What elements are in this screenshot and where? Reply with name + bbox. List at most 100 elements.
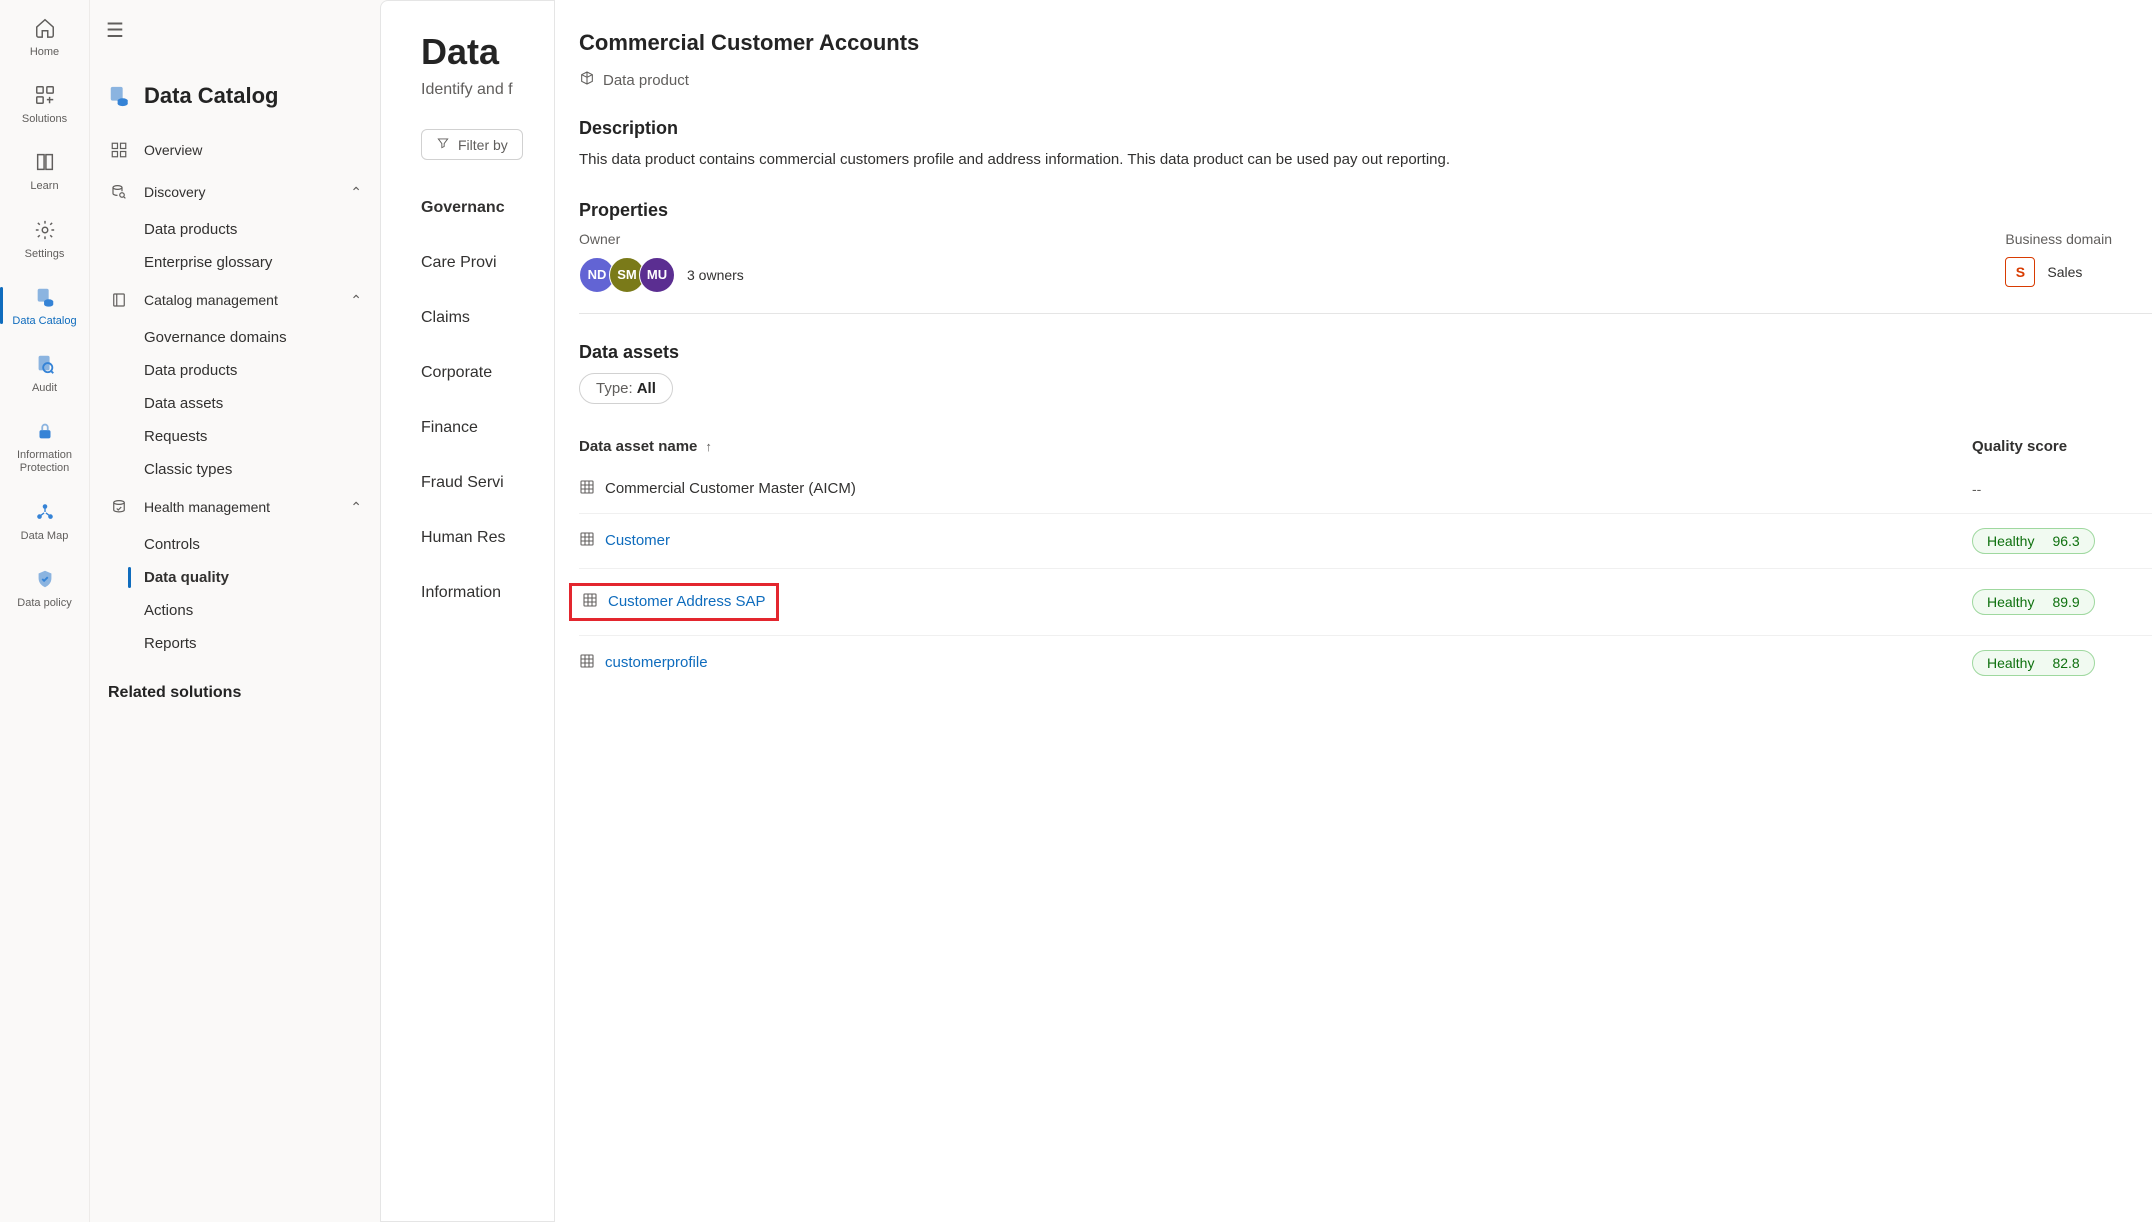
grid-icon [108, 139, 130, 161]
table-icon [579, 479, 595, 499]
rail-learn[interactable]: Learn [0, 144, 89, 197]
sidebar-gov-domains[interactable]: Governance domains [100, 321, 370, 354]
owner-label: Owner [579, 231, 744, 247]
chevron-up-icon: ⌃ [350, 184, 362, 201]
rail-data-map[interactable]: Data Map [0, 494, 89, 547]
rail-audit[interactable]: Audit [0, 346, 89, 399]
rail-settings[interactable]: Settings [0, 212, 89, 265]
rail-label: Solutions [22, 113, 67, 126]
search-db-icon [108, 181, 130, 203]
rail-label: Audit [32, 382, 57, 395]
owners-group[interactable]: ND SM MU 3 owners [579, 257, 744, 293]
description-heading: Description [579, 118, 2152, 139]
properties-row: Owner ND SM MU 3 owners Business domain … [579, 231, 2152, 314]
product-tag-label: Data product [603, 72, 689, 89]
sort-asc-icon: ↑ [705, 439, 712, 454]
sidebar-overview[interactable]: Overview [100, 129, 370, 171]
score-badge: Healthy96.3 [1972, 528, 2095, 554]
sidebar-title-row: Data Catalog [108, 83, 370, 109]
data-assets-heading: Data assets [579, 342, 2152, 363]
hamburger-icon[interactable]: ☰ [100, 14, 370, 47]
sidebar-requests[interactable]: Requests [100, 420, 370, 453]
owner-property: Owner ND SM MU 3 owners [579, 231, 744, 293]
asset-name[interactable]: Customer Address SAP [582, 592, 766, 612]
asset-name: Commercial Customer Master (AICM) [579, 479, 1972, 499]
rail-data-catalog[interactable]: Data Catalog [0, 279, 89, 332]
type-filter-value: All [637, 380, 656, 397]
chevron-up-icon: ⌃ [350, 292, 362, 309]
business-domain-property: Business domain S Sales [2005, 231, 2112, 293]
policy-icon [31, 565, 59, 593]
rail-solutions[interactable]: Solutions [0, 77, 89, 130]
sidebar-catalog-mgmt-label: Catalog management [144, 292, 278, 308]
highlighted-asset: Customer Address SAP [569, 583, 779, 621]
sidebar-reports[interactable]: Reports [100, 627, 370, 660]
sidebar-health-mgmt[interactable]: Health management ⌃ [100, 486, 370, 528]
owner-avatars: ND SM MU [579, 257, 675, 293]
gear-icon [31, 216, 59, 244]
book-icon [31, 148, 59, 176]
sidebar-classic-types[interactable]: Classic types [100, 453, 370, 486]
solutions-icon [31, 81, 59, 109]
asset-name[interactable]: customerprofile [579, 653, 1972, 673]
sidebar-catalog-mgmt[interactable]: Catalog management ⌃ [100, 279, 370, 321]
owners-count: 3 owners [687, 267, 744, 283]
rail-info-protection[interactable]: Information Protection [0, 413, 89, 479]
col-name-header[interactable]: Data asset name ↑ [579, 438, 1972, 455]
col-name-label: Data asset name [579, 438, 697, 455]
col-score-header[interactable]: Quality score [1972, 438, 2152, 455]
filter-label: Filter by [458, 137, 508, 153]
properties-heading: Properties [579, 200, 2152, 221]
business-domain-label: Business domain [2005, 231, 2112, 247]
sidebar-discovery-glossary[interactable]: Enterprise glossary [100, 246, 370, 279]
avatar: MU [639, 257, 675, 293]
sidebar-data-assets[interactable]: Data assets [100, 387, 370, 420]
table-icon [582, 592, 598, 612]
asset-row: Customer Healthy96.3 [579, 513, 2152, 568]
sidebar-controls[interactable]: Controls [100, 528, 370, 561]
score-badge: Healthy89.9 [1972, 589, 2095, 615]
catalog-icon [31, 283, 59, 311]
audit-icon [31, 350, 59, 378]
score-badge: Healthy82.8 [1972, 650, 2095, 676]
product-tag: Data product [579, 70, 2152, 90]
table-icon [579, 653, 595, 673]
rail-label: Data Map [21, 530, 69, 543]
book-icon [108, 289, 130, 311]
sidebar-data-quality[interactable]: Data quality [100, 561, 370, 594]
table-icon [579, 531, 595, 551]
filter-icon [436, 136, 450, 153]
sidebar-data-products[interactable]: Data products [100, 354, 370, 387]
rail-label: Learn [30, 180, 58, 193]
detail-panel: Commercial Customer Accounts Data produc… [554, 0, 2152, 1222]
sidebar: ☰ Data Catalog Overview Discovery ⌃ Data… [90, 0, 380, 1222]
left-rail: Home Solutions Learn Settings Data Catal… [0, 0, 90, 1222]
asset-row: Customer Address SAP Healthy89.9 [579, 568, 2152, 635]
sidebar-health-mgmt-label: Health management [144, 499, 270, 515]
rail-data-policy[interactable]: Data policy [0, 561, 89, 614]
asset-name[interactable]: Customer [579, 531, 1972, 551]
health-icon [108, 496, 130, 518]
home-icon [31, 14, 59, 42]
sidebar-title: Data Catalog [144, 83, 278, 109]
business-domain-value[interactable]: S Sales [2005, 257, 2112, 287]
rail-label: Data Catalog [12, 315, 76, 328]
rail-label: Information Protection [0, 449, 89, 475]
chevron-up-icon: ⌃ [350, 499, 362, 516]
catalog-icon [108, 85, 130, 107]
type-filter-pill[interactable]: Type: All [579, 373, 673, 404]
description-text: This data product contains commercial cu… [579, 149, 2152, 172]
sidebar-actions[interactable]: Actions [100, 594, 370, 627]
asset-table-header: Data asset name ↑ Quality score [579, 428, 2152, 465]
rail-label: Settings [25, 248, 65, 261]
no-score: -- [1972, 481, 1981, 497]
domain-name: Sales [2047, 264, 2082, 280]
sidebar-discovery[interactable]: Discovery ⌃ [100, 171, 370, 213]
sidebar-discovery-data-products[interactable]: Data products [100, 213, 370, 246]
filter-by-button[interactable]: Filter by [421, 129, 523, 160]
rail-home[interactable]: Home [0, 10, 89, 63]
asset-row: customerprofile Healthy82.8 [579, 635, 2152, 690]
domain-badge: S [2005, 257, 2035, 287]
asset-row: Commercial Customer Master (AICM) -- [579, 465, 2152, 513]
data-map-icon [31, 498, 59, 526]
